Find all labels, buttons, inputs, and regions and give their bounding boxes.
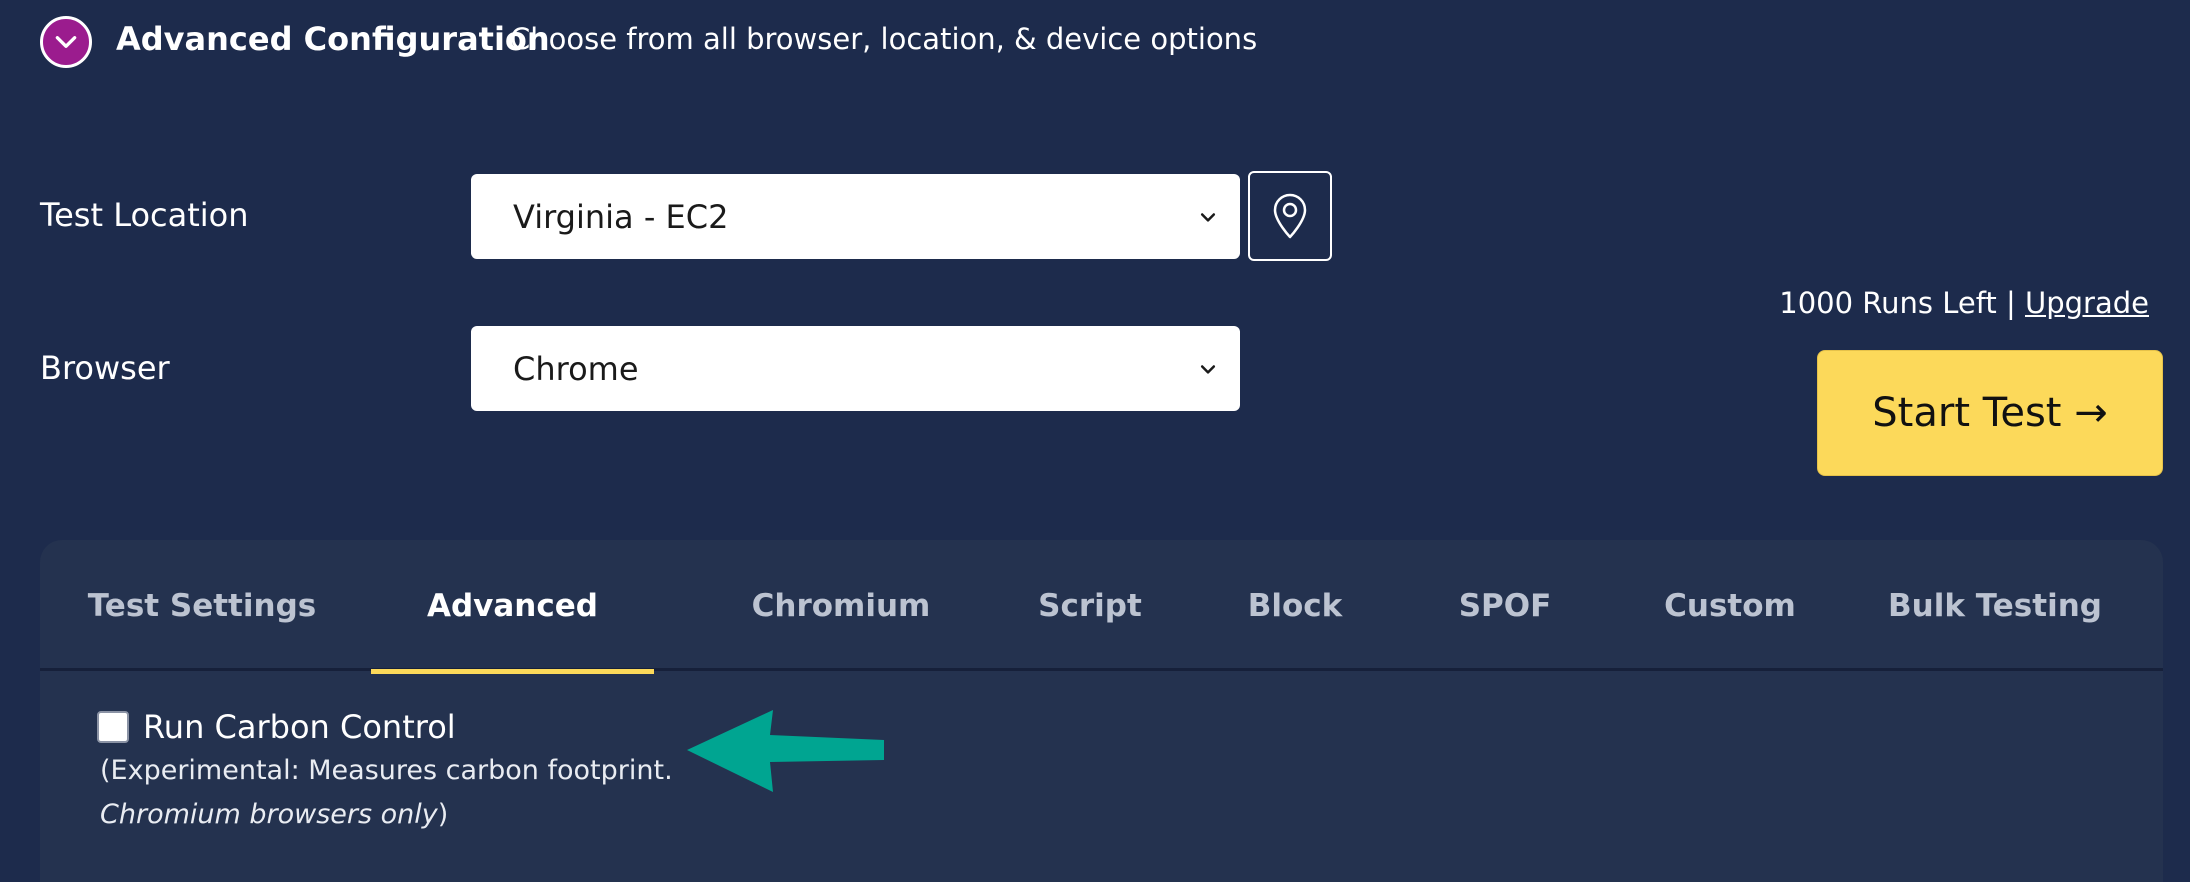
- tab-spof[interactable]: SPOF: [1410, 540, 1600, 671]
- advanced-toggle-button[interactable]: [40, 16, 92, 68]
- carbon-control-checkbox[interactable]: [97, 711, 129, 743]
- tab-block[interactable]: Block: [1200, 540, 1390, 671]
- runs-left-text: 1000 Runs Left: [1779, 286, 1997, 320]
- chevron-down-icon: [1200, 364, 1216, 374]
- advanced-settings-panel: Test Settings Advanced Chromium Script B…: [40, 540, 2163, 882]
- advanced-config-title[interactable]: Advanced Configuration: [116, 20, 550, 58]
- note-close-paren: ): [437, 799, 449, 830]
- chevron-down-icon: [55, 36, 77, 48]
- test-location-select[interactable]: Virginia - EC2: [471, 174, 1240, 259]
- runs-left-info: 1000 Runs Left | Upgrade: [1779, 286, 2149, 320]
- map-pin-icon: [1273, 193, 1307, 239]
- carbon-control-label[interactable]: Run Carbon Control: [143, 708, 456, 746]
- chromium-only-note: Chromium browsers only: [100, 799, 438, 830]
- browser-value: Chrome: [513, 349, 639, 388]
- carbon-control-note: (Experimental: Measures carbon footprint…: [100, 755, 673, 786]
- tab-test-settings[interactable]: Test Settings: [82, 540, 322, 671]
- runs-separator: |: [2006, 286, 2016, 320]
- test-location-value: Virginia - EC2: [513, 197, 729, 236]
- tab-custom[interactable]: Custom: [1620, 540, 1840, 671]
- test-location-label: Test Location: [40, 196, 249, 234]
- carbon-control-note-line2: Chromium browsers only): [100, 799, 448, 830]
- tab-chromium[interactable]: Chromium: [700, 540, 982, 671]
- upgrade-link[interactable]: Upgrade: [2025, 286, 2149, 320]
- page: Advanced Configuration Choose from all b…: [0, 0, 2190, 882]
- annotation-arrow-icon: [687, 710, 884, 792]
- start-test-button[interactable]: Start Test →: [1817, 350, 2163, 476]
- settings-tab-bar: Test Settings Advanced Chromium Script B…: [40, 540, 2163, 674]
- tab-script[interactable]: Script: [990, 540, 1190, 671]
- location-map-button[interactable]: [1248, 171, 1332, 261]
- browser-label: Browser: [40, 349, 170, 387]
- carbon-control-option[interactable]: Run Carbon Control: [97, 708, 456, 746]
- tab-advanced[interactable]: Advanced: [371, 540, 654, 674]
- tab-bulk-testing[interactable]: Bulk Testing: [1870, 540, 2120, 671]
- browser-select[interactable]: Chrome: [471, 326, 1240, 411]
- advanced-config-subtitle: Choose from all browser, location, & dev…: [510, 22, 1258, 56]
- chevron-down-icon: [1200, 212, 1216, 222]
